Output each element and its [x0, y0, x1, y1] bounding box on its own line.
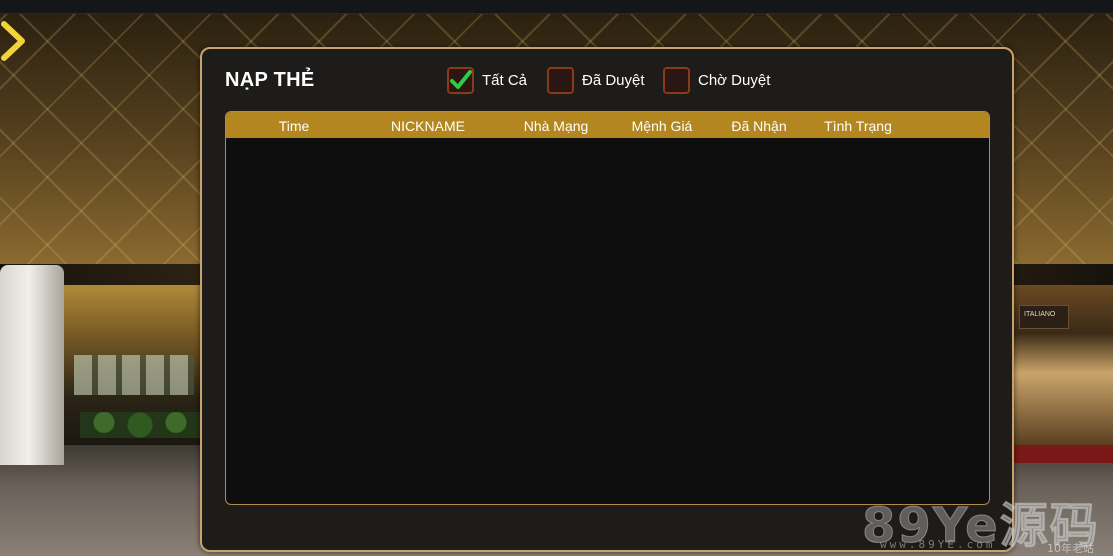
filter-pending-label: Chờ Duyệt	[698, 71, 771, 89]
filter-all-label: Tất Cả	[482, 71, 528, 89]
top-bar	[0, 0, 1113, 14]
watermark-tag: 10年老站	[1047, 542, 1094, 555]
column-header-network: Nhà Mạng	[523, 118, 589, 134]
filter-approved-checkbox[interactable]	[547, 66, 574, 94]
back-button[interactable]	[0, 20, 30, 62]
column-header-status: Tình Trạng	[824, 118, 892, 134]
red-carpet	[1013, 445, 1113, 463]
filter-approved[interactable]: Đã Duyệt	[547, 66, 645, 94]
watermark-url: www.89YE.com	[880, 538, 996, 551]
history-table: Time NICKNAME Nhà Mạng Mệnh Giá Đã Nhận …	[225, 111, 990, 505]
filter-all[interactable]: Tất Cả	[447, 66, 527, 94]
column-header-received: Đã Nhận	[731, 118, 787, 134]
watermark: 89Ye源码 www.89YE.com 10年老站	[862, 486, 1113, 556]
filter-approved-label: Đã Duyệt	[582, 71, 645, 89]
table-body[interactable]	[226, 138, 989, 504]
pillar	[0, 265, 64, 465]
column-header-nickname: NICKNAME	[391, 118, 465, 134]
plants	[80, 412, 200, 438]
table-header: Time NICKNAME Nhà Mạng Mệnh Giá Đã Nhận …	[226, 112, 989, 138]
shop-right: ITALIANO	[1013, 285, 1113, 445]
shop-sign-text: ITALIANO	[1024, 311, 1056, 318]
page-title: NẠP THẺ	[225, 69, 315, 91]
shop-sign: ITALIANO	[1019, 305, 1069, 329]
column-header-denomination: Mệnh Giá	[631, 118, 693, 134]
checkmark-icon	[450, 69, 472, 89]
filter-pending[interactable]: Chờ Duyệt	[663, 66, 770, 94]
chevron-right-icon	[1, 21, 25, 61]
column-header-time: Time	[278, 118, 310, 134]
filter-all-checkbox[interactable]	[447, 66, 474, 94]
filter-pending-checkbox[interactable]	[663, 66, 690, 94]
topup-history-panel: NẠP THẺ Tất Cả Đã Duyệt Chờ Duyệt Time N…	[200, 47, 1014, 552]
